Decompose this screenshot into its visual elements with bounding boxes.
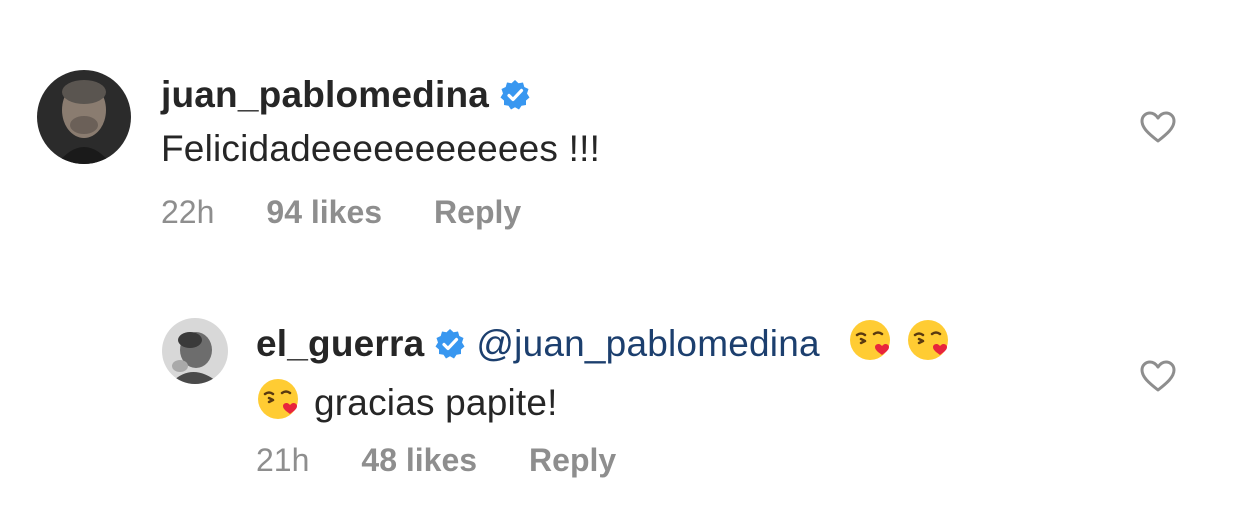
verified-badge-icon [499, 74, 531, 124]
like-heart-icon[interactable] [1139, 110, 1177, 149]
likes-count-link[interactable]: 48 likes [361, 442, 477, 479]
reply-button[interactable]: Reply [434, 194, 521, 231]
avatar[interactable] [37, 70, 131, 164]
like-heart-icon[interactable] [1139, 359, 1177, 398]
avatar[interactable] [162, 318, 228, 384]
reply-button[interactable]: Reply [529, 442, 616, 479]
comment-text: gracias papite! [314, 382, 558, 423]
kissing-face-with-heart-icon [848, 318, 894, 377]
comment-time: 22h [161, 194, 215, 230]
comment-time: 21h [256, 442, 310, 478]
comment-text: Felicidadeeeeeeeeeees !!! [161, 128, 601, 169]
kissing-face-with-heart-icon [256, 377, 302, 436]
likes-count-link[interactable]: 94 likes [266, 194, 382, 231]
comment-reply: el_guerra @juan_pablomedina gracias papit… [0, 260, 1242, 513]
comment: juan_pablomedina Felicidadeeeeeeeeeees !… [0, 0, 1242, 260]
kissing-face-with-heart-icon [906, 318, 952, 377]
mention-link[interactable]: @juan_pablomedina [476, 323, 819, 364]
comment-username[interactable]: el_guerra [256, 323, 424, 364]
comment-username[interactable]: juan_pablomedina [161, 74, 489, 115]
verified-badge-icon [434, 323, 466, 373]
